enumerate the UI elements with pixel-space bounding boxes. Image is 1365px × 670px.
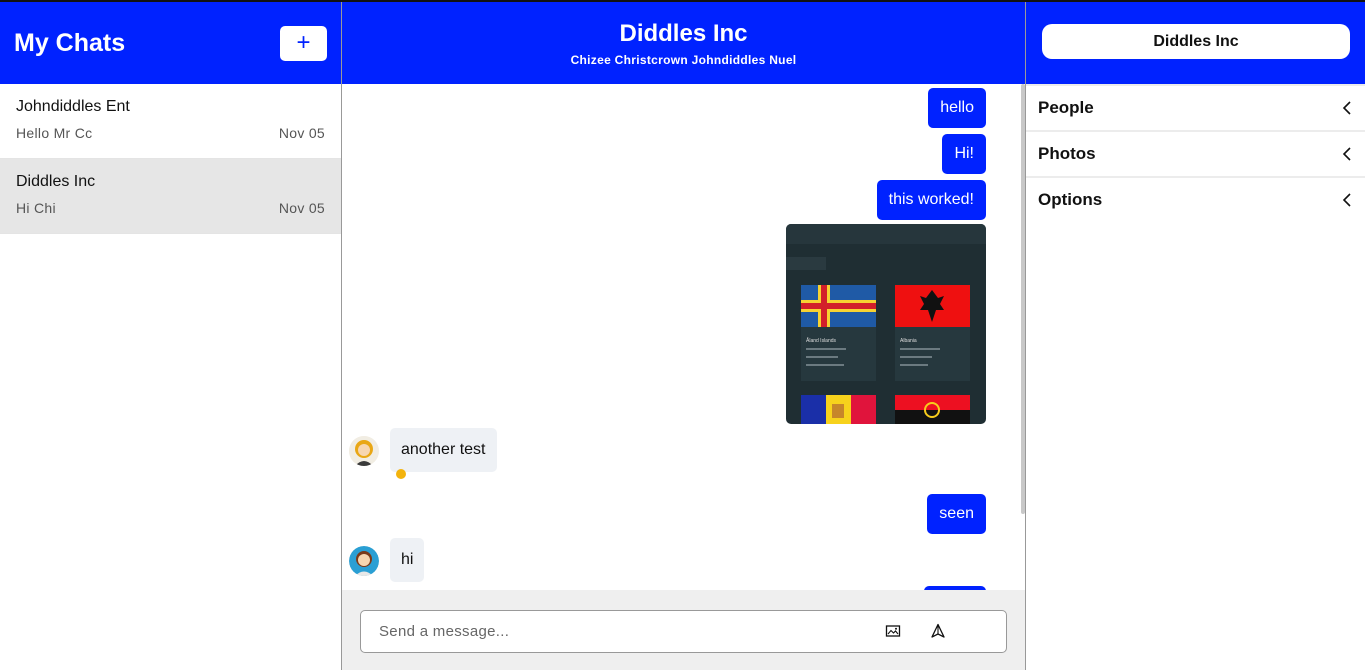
chat-name: Diddles Inc	[16, 173, 96, 190]
composer	[360, 610, 1007, 653]
chat-last-message: Hello Mr Cc	[16, 125, 93, 141]
section-people[interactable]: People	[1026, 84, 1365, 130]
chat-list-title: My Chats	[14, 28, 126, 57]
section-photos[interactable]: Photos	[1026, 130, 1365, 176]
section-label: Options	[1038, 190, 1103, 209]
message-in: another test	[390, 428, 497, 472]
image-message[interactable]: Åland Islands Albania	[786, 224, 986, 424]
conversation-panel: Diddles Inc Chizee Christcrown Johndiddl…	[341, 2, 1026, 670]
chat-date: Nov 05	[278, 200, 325, 216]
chat-list-header: My Chats +	[0, 2, 341, 84]
details-panel: Diddles Inc People Photos Options	[1026, 2, 1365, 670]
chat-last-message: Hi Chi	[16, 200, 56, 216]
flag-card-title: Albania	[900, 338, 917, 344]
section-label: People	[1038, 98, 1094, 117]
conversation-title: Diddles Inc	[619, 20, 748, 47]
chevron-left-icon	[1342, 147, 1351, 161]
composer-area	[342, 590, 1025, 670]
section-options[interactable]: Options	[1026, 176, 1365, 222]
message-input[interactable]	[379, 611, 859, 652]
avatar	[349, 436, 379, 466]
chevron-left-icon	[1342, 193, 1351, 207]
scrollbar[interactable]	[1021, 84, 1025, 514]
avatar	[349, 546, 379, 576]
image-icon[interactable]	[885, 623, 901, 639]
message-out: seen	[927, 494, 986, 534]
chat-app: My Chats + Johndiddles Ent Hello Mr Cc N…	[0, 0, 1365, 670]
conversation-members: Chizee Christcrown Johndiddles Nuel	[570, 53, 797, 67]
message-out: this worked!	[876, 180, 986, 220]
conversation-header: Diddles Inc Chizee Christcrown Johndiddl…	[342, 2, 1025, 84]
flag-card-title: Åland Islands	[806, 337, 837, 344]
chevron-left-icon	[1342, 101, 1351, 115]
message-in: hi	[390, 538, 425, 582]
send-icon[interactable]	[930, 623, 946, 639]
new-chat-button[interactable]: +	[280, 25, 327, 61]
chat-name: Johndiddles Ent	[16, 98, 130, 115]
message-list[interactable]: hello Hi! this worked! Åland Islands Alb…	[342, 84, 1025, 590]
chat-item-johndiddles-ent[interactable]: Johndiddles Ent Hello Mr Cc Nov 05	[0, 84, 341, 159]
chat-date: Nov 05	[278, 125, 325, 141]
screenshot-image: Åland Islands Albania	[786, 224, 986, 424]
details-title: Diddles Inc	[1042, 24, 1350, 59]
message-out: Hi!	[942, 134, 986, 174]
details-header: Diddles Inc	[1026, 2, 1365, 84]
chat-list-panel: My Chats + Johndiddles Ent Hello Mr Cc N…	[0, 2, 341, 670]
chat-item-diddles-inc[interactable]: Diddles Inc Hi Chi Nov 05	[0, 159, 341, 234]
read-receipt-avatar	[396, 469, 406, 479]
message-out: hello	[928, 88, 986, 128]
section-label: Photos	[1038, 144, 1096, 163]
